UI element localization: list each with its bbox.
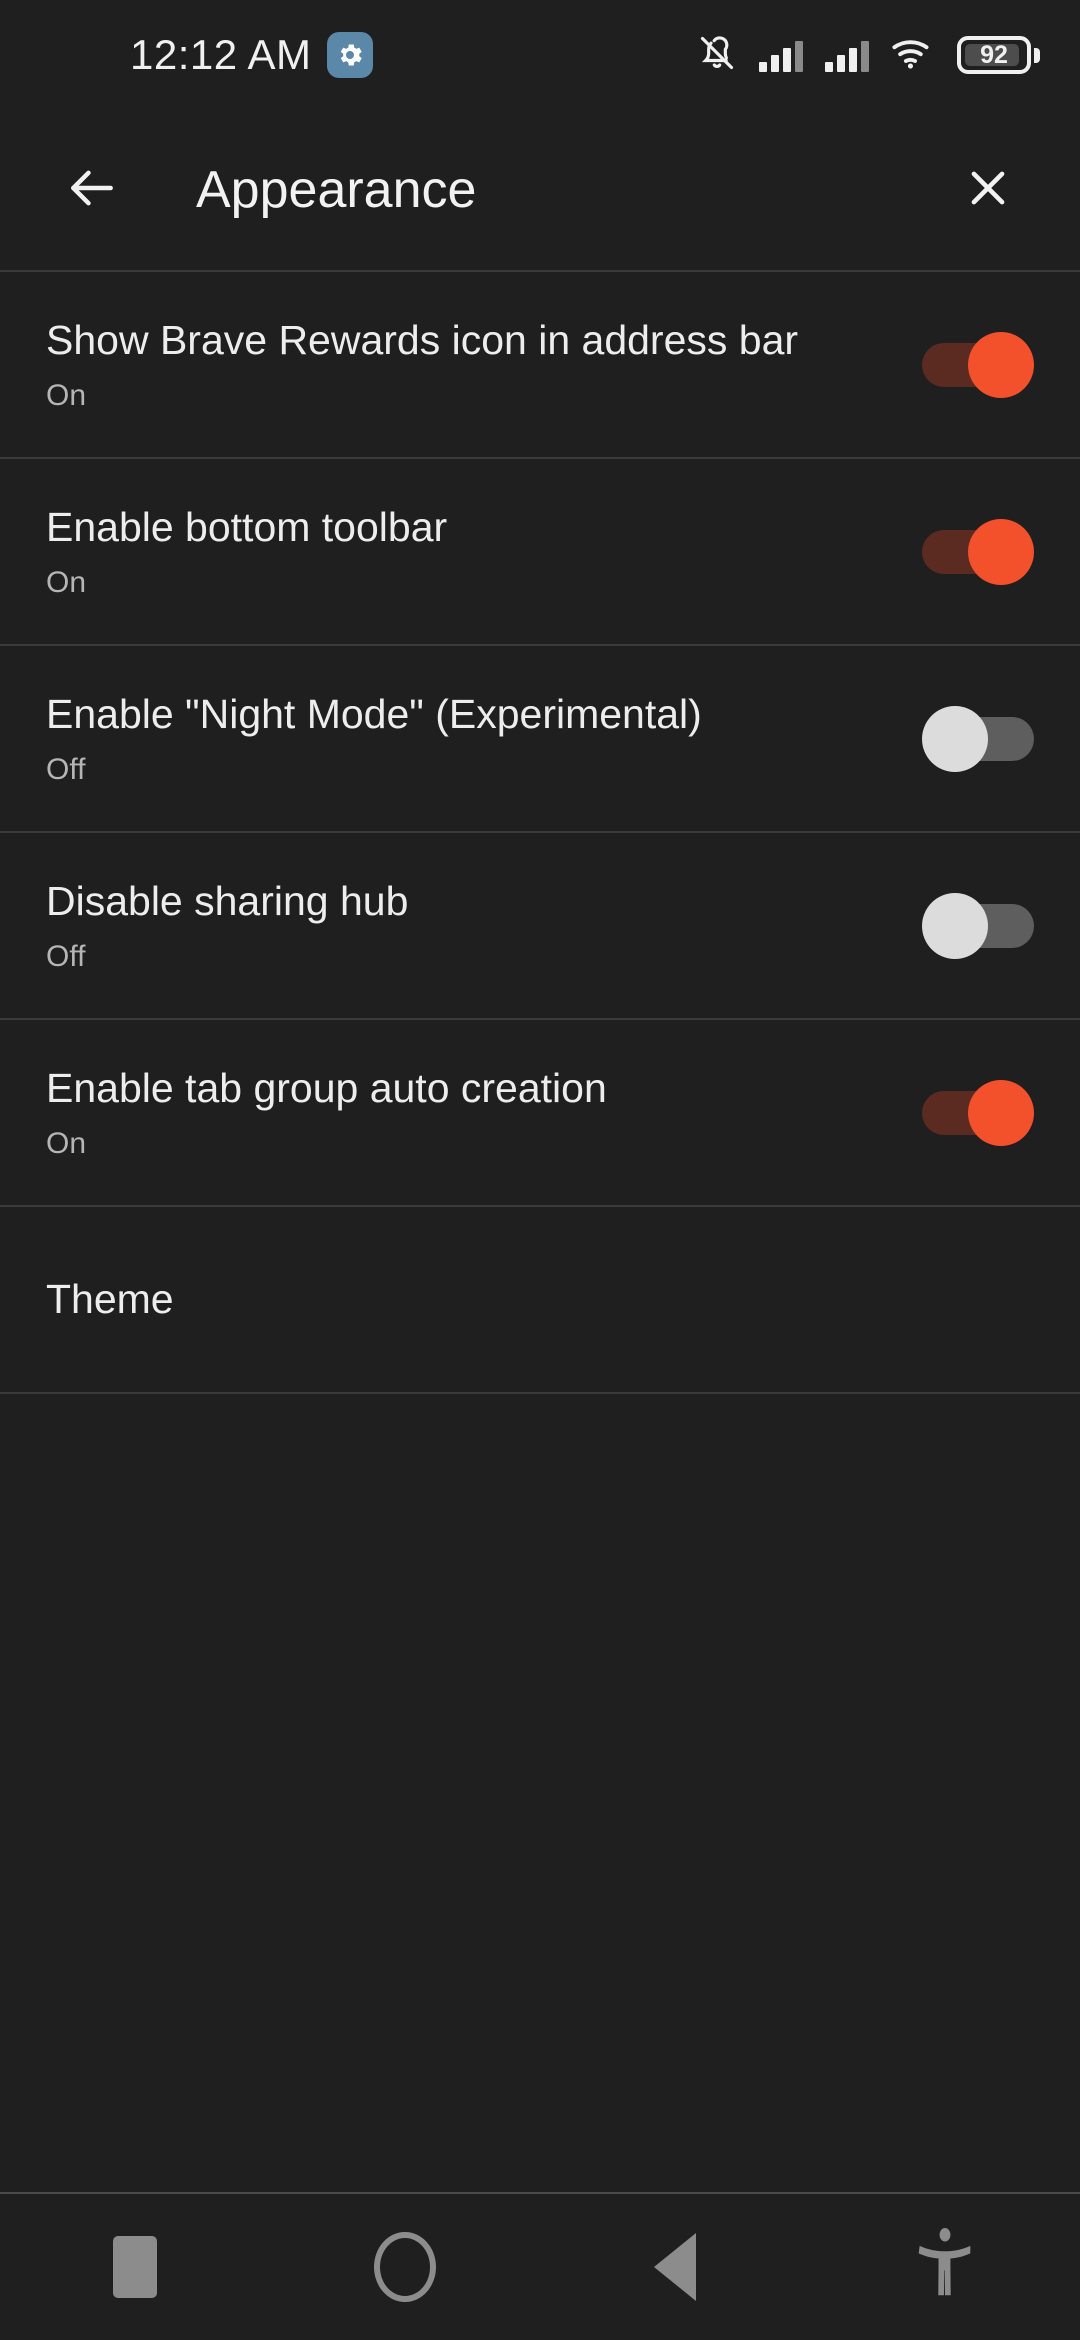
setting-title: Disable sharing hub [46, 878, 409, 925]
triangle-back-icon [654, 2233, 696, 2301]
square-recents-icon [113, 2236, 157, 2298]
row-text: Enable tab group auto creation On [46, 1065, 898, 1159]
setting-title: Enable tab group auto creation [46, 1065, 607, 1112]
list-empty-area [0, 1394, 1080, 2192]
toggle-thumb [922, 705, 988, 772]
close-icon [962, 162, 1014, 219]
status-bar: 12:12 AM 92 [0, 0, 1080, 110]
setting-row-theme[interactable]: Theme [0, 1207, 1080, 1394]
nav-back-button[interactable] [540, 2194, 810, 2340]
status-bar-clock: 12:12 AM [130, 31, 312, 78]
setting-row-show-brave-rewards-icon[interactable]: Show Brave Rewards icon in address bar O… [0, 272, 1080, 459]
status-bar-right: 92 [697, 33, 1040, 78]
gear-icon [327, 32, 374, 78]
nav-recents-button[interactable] [0, 2194, 270, 2340]
setting-state-label: On [46, 378, 87, 412]
system-navigation-bar [0, 2192, 1080, 2340]
setting-title: Theme [46, 1275, 174, 1322]
wifi-icon [891, 36, 935, 75]
phone-screen: 12:12 AM 92 Appearance Show Brave Reward… [0, 0, 1080, 2340]
setting-title: Enable "Night Mode" (Experimental) [46, 691, 702, 738]
app-bar: Appearance [0, 110, 1080, 270]
toggle-enable-tab-group-auto-creation[interactable] [922, 1079, 1034, 1146]
arrow-left-icon [64, 160, 120, 221]
setting-row-enable-night-mode[interactable]: Enable "Night Mode" (Experimental) Off [0, 646, 1080, 833]
row-text: Show Brave Rewards icon in address bar O… [46, 317, 898, 411]
cellular-signal-icon [825, 38, 869, 72]
toggle-thumb [922, 892, 988, 959]
setting-state-label: Off [46, 752, 86, 786]
setting-row-enable-tab-group-auto-creation[interactable]: Enable tab group auto creation On [0, 1020, 1080, 1207]
toggle-thumb [968, 518, 1034, 585]
back-button[interactable] [46, 144, 138, 236]
toggle-thumb [968, 1079, 1034, 1146]
row-text: Theme [46, 1276, 1034, 1323]
status-bar-left: 12:12 AM [130, 31, 374, 79]
battery-level-label: 92 [980, 40, 1008, 69]
setting-state-label: Off [46, 939, 86, 973]
page-title: Appearance [196, 161, 477, 219]
accessibility-icon [914, 2226, 976, 2309]
setting-row-enable-bottom-toolbar[interactable]: Enable bottom toolbar On [0, 459, 1080, 646]
toggle-thumb [968, 331, 1034, 398]
settings-list: Show Brave Rewards icon in address bar O… [0, 270, 1080, 2192]
battery-icon: 92 [957, 36, 1040, 74]
toggle-show-brave-rewards-icon[interactable] [922, 331, 1034, 398]
row-text: Enable bottom toolbar On [46, 504, 898, 598]
setting-row-disable-sharing-hub[interactable]: Disable sharing hub Off [0, 833, 1080, 1020]
bell-muted-icon [697, 33, 737, 78]
toggle-enable-bottom-toolbar[interactable] [922, 518, 1034, 585]
setting-title: Enable bottom toolbar [46, 504, 448, 551]
setting-title: Show Brave Rewards icon in address bar [46, 317, 799, 364]
setting-state-label: On [46, 565, 87, 599]
row-text: Disable sharing hub Off [46, 878, 898, 972]
setting-state-label: On [46, 1126, 87, 1160]
cellular-signal-icon [759, 38, 803, 72]
toggle-disable-sharing-hub[interactable] [922, 892, 1034, 959]
nav-accessibility-button[interactable] [810, 2194, 1080, 2340]
close-button[interactable] [942, 144, 1034, 236]
nav-home-button[interactable] [270, 2194, 540, 2340]
toggle-enable-night-mode[interactable] [922, 705, 1034, 772]
circle-home-icon [374, 2232, 436, 2302]
row-text: Enable "Night Mode" (Experimental) Off [46, 691, 898, 785]
